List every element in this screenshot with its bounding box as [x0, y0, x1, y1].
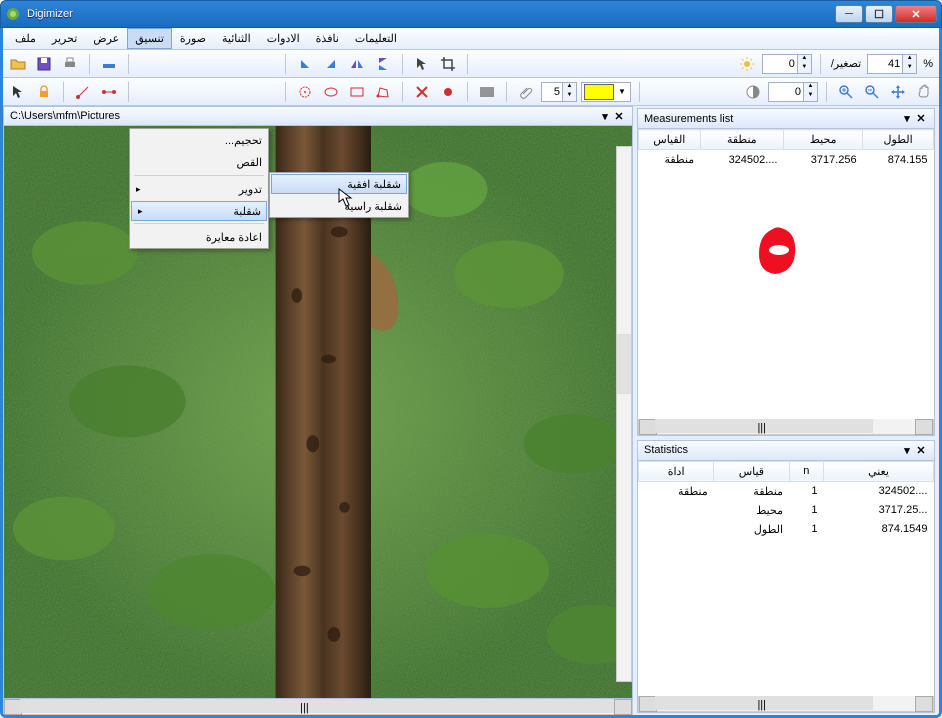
- image-path: C:\Users\mfm\Pictures: [10, 110, 598, 122]
- record-dot-icon[interactable]: [437, 81, 459, 103]
- hand-icon[interactable]: [913, 81, 935, 103]
- menu-file[interactable]: ملف: [7, 28, 44, 49]
- crop-icon[interactable]: [437, 53, 459, 75]
- image-scrollbar-v[interactable]: [616, 146, 632, 682]
- measurements-table: القياس منطقة محيط الطول منطقة 324502....…: [638, 129, 934, 169]
- contrast-input[interactable]: ▲▼: [768, 82, 818, 102]
- col-mean[interactable]: يعني: [824, 461, 934, 481]
- menu-image[interactable]: صورة: [172, 28, 214, 49]
- menu-help[interactable]: التعليمات: [347, 28, 405, 49]
- measurements-panel: Measurements list ▾ ✕ القياس منطقة محيط …: [637, 108, 935, 436]
- image-pane: C:\Users\mfm\Pictures ▾ ✕: [3, 106, 637, 715]
- main-area: C:\Users\mfm\Pictures ▾ ✕: [3, 106, 939, 715]
- col-meas[interactable]: قياس: [714, 461, 789, 481]
- menubar: ملف تحرير عرض تنسيق صورة الثنائية الادوا…: [3, 28, 939, 50]
- menu-item-recalibrate[interactable]: اعادة معايرة: [130, 226, 268, 248]
- zoom-label: /تصغير: [829, 57, 863, 70]
- window-title: Digimizer: [27, 8, 835, 20]
- zoom-unit: %: [921, 58, 935, 70]
- table-row[interactable]: محيط 1 3717.25...: [639, 501, 934, 520]
- right-pane: Measurements list ▾ ✕ القياس منطقة محيط …: [637, 106, 939, 715]
- col-perimeter[interactable]: محيط: [784, 130, 863, 150]
- minimize-button[interactable]: ─: [835, 5, 863, 23]
- app-icon: [5, 6, 21, 22]
- polygon-icon[interactable]: [372, 81, 394, 103]
- menu-item-flip-h[interactable]: شقلبة افقية: [271, 174, 407, 194]
- menu-binary[interactable]: الثنائية: [214, 28, 259, 49]
- menu-item-crop[interactable]: القص: [130, 151, 268, 173]
- measurements-scrollbar-h[interactable]: |||: [638, 419, 934, 435]
- table-row[interactable]: الطول 1 874.1549: [639, 520, 934, 539]
- barcode-icon[interactable]: [476, 81, 498, 103]
- format-dropdown: تحجيم... القص تدوير▸ شقلبة▸ اعادة معايرة: [129, 128, 269, 249]
- zoom-input[interactable]: ▲▼: [867, 54, 917, 74]
- maximize-button[interactable]: ☐: [865, 5, 893, 23]
- zoom-out-icon[interactable]: [861, 81, 883, 103]
- col-length[interactable]: الطول: [863, 130, 934, 150]
- print-icon[interactable]: [59, 53, 81, 75]
- statistics-scrollbar-h[interactable]: |||: [638, 696, 934, 712]
- flip-v-icon[interactable]: [372, 53, 394, 75]
- color-picker[interactable]: ▼: [581, 82, 631, 102]
- rectangle-icon[interactable]: [346, 81, 368, 103]
- menu-tools[interactable]: الادوات: [259, 28, 308, 49]
- selection-preview-shape: [753, 224, 799, 276]
- zoom-in-icon[interactable]: [835, 81, 857, 103]
- statistics-menu-icon[interactable]: ▾: [900, 444, 914, 457]
- image-scrollbar-h[interactable]: |||: [3, 699, 633, 715]
- table-row[interactable]: منطقة منطقة 1 324502....: [639, 481, 934, 501]
- menu-format[interactable]: تنسيق: [127, 28, 172, 49]
- circle-target-icon[interactable]: [294, 81, 316, 103]
- close-button[interactable]: ✕: [895, 5, 937, 23]
- menu-item-resize[interactable]: تحجيم...: [130, 129, 268, 151]
- arrow-tool-icon[interactable]: [7, 81, 29, 103]
- menu-item-flip-v[interactable]: شقلبة راسية: [270, 195, 408, 217]
- rotate-left-icon[interactable]: [294, 53, 316, 75]
- menu-view[interactable]: عرض: [85, 28, 127, 49]
- image-panel-close-icon[interactable]: ✕: [612, 110, 626, 123]
- statistics-title: Statistics: [644, 444, 900, 456]
- ellipse-icon[interactable]: [320, 81, 342, 103]
- measurements-title: Measurements list: [644, 113, 900, 125]
- col-tool[interactable]: اداة: [639, 461, 714, 481]
- two-point-icon[interactable]: [98, 81, 120, 103]
- stroke-width-input[interactable]: ▲▼: [541, 82, 577, 102]
- save-icon[interactable]: [33, 53, 55, 75]
- move-icon[interactable]: [887, 81, 909, 103]
- statistics-table: اداة قياس n يعني منطقة منطقة 1 324502...…: [638, 461, 934, 539]
- scanner-icon[interactable]: [98, 53, 120, 75]
- open-icon[interactable]: [7, 53, 29, 75]
- window-frame: ملف تحرير عرض تنسيق صورة الثنائية الادوا…: [0, 28, 942, 718]
- col-area[interactable]: منطقة: [700, 130, 783, 150]
- flip-submenu: شقلبة افقية شقلبة راسية: [269, 172, 409, 218]
- titlebar: Digimizer ─ ☐ ✕: [0, 0, 942, 28]
- col-n[interactable]: n: [789, 461, 824, 481]
- toolbar-2: ▲▼ ▼ ▲▼: [3, 78, 939, 106]
- statistics-close-icon[interactable]: ✕: [914, 444, 928, 457]
- menu-item-flip[interactable]: شقلبة▸: [131, 201, 267, 221]
- brightness-input[interactable]: ▲▼: [762, 54, 812, 74]
- attachment-icon[interactable]: [515, 81, 537, 103]
- menu-edit[interactable]: تحرير: [44, 28, 85, 49]
- pointer-tool-icon[interactable]: [411, 53, 433, 75]
- image-header: C:\Users\mfm\Pictures ▾ ✕: [3, 106, 633, 126]
- menu-item-rotate[interactable]: تدوير▸: [130, 178, 268, 200]
- flip-h-icon[interactable]: [346, 53, 368, 75]
- table-row[interactable]: منطقة 324502.... 3717.256 874.155: [639, 150, 934, 170]
- measurements-menu-icon[interactable]: ▾: [900, 112, 914, 125]
- line-segment-icon[interactable]: [72, 81, 94, 103]
- col-measure[interactable]: القياس: [639, 130, 701, 150]
- toolbar-1: ▲▼ /تصغير ▲▼ %: [3, 50, 939, 78]
- measurements-close-icon[interactable]: ✕: [914, 112, 928, 125]
- rotate-right-icon[interactable]: [320, 53, 342, 75]
- image-panel-menu-icon[interactable]: ▾: [598, 110, 612, 123]
- brightness-icon: [736, 53, 758, 75]
- lock-icon[interactable]: [33, 81, 55, 103]
- menu-window[interactable]: نافذة: [308, 28, 347, 49]
- delete-x-icon[interactable]: [411, 81, 433, 103]
- statistics-panel: Statistics ▾ ✕ اداة قياس n يعني منطقة: [637, 440, 935, 713]
- contrast-icon: [742, 81, 764, 103]
